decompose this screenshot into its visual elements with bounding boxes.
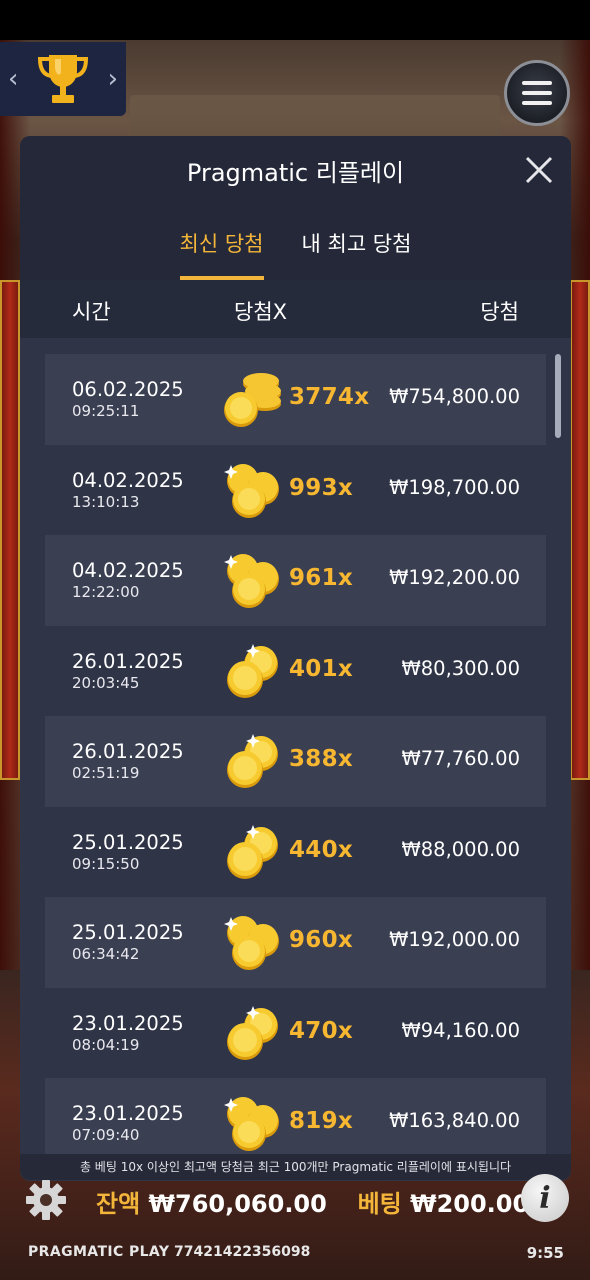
win-time: 06:34:42 [72, 945, 140, 963]
two-coins-icon [221, 1002, 285, 1064]
win-date: 26.01.2025 [72, 649, 184, 673]
footer-note: 총 베팅 10x 이상인 최고액 당첨금 최근 100개만 Pragmatic … [20, 1154, 571, 1180]
list-item[interactable]: 04.02.2025 12:22:00 961x ₩192,200.00 [45, 535, 546, 626]
win-date: 23.01.2025 [72, 1011, 184, 1035]
win-date: 23.01.2025 [72, 1102, 184, 1125]
column-header: 시간 당첨X 당첨 [20, 280, 571, 338]
chevron-left-icon[interactable]: ‹ [8, 66, 18, 92]
background-pillar-left [0, 280, 20, 780]
three-coins-icon [221, 549, 285, 611]
win-amount: ₩192,000.00 [389, 928, 520, 951]
win-time: 08:04:19 [72, 1035, 140, 1054]
win-time: 09:25:11 [72, 402, 140, 420]
tab-latest-wins[interactable]: 최신 당첨 [179, 228, 264, 280]
balance-label: 잔액 [96, 1190, 141, 1218]
win-amount: ₩198,700.00 [389, 475, 520, 499]
replay-modal: Pragmatic 리플레이 최신 당첨 내 최고 당첨 시간 당첨X 당첨 0… [20, 136, 571, 1181]
win-time: 09:15:50 [72, 854, 140, 873]
win-multiplier: 961x [289, 565, 354, 591]
win-time: 07:09:40 [72, 1126, 140, 1144]
round-id: 77421422356098 [174, 1244, 311, 1260]
win-date: 26.01.2025 [72, 740, 184, 763]
menu-line [522, 101, 552, 105]
menu-line [522, 81, 552, 85]
info-icon[interactable]: i [521, 1174, 569, 1222]
three-coins-icon [221, 911, 285, 973]
replay-toggle[interactable]: ‹ › [0, 42, 126, 116]
bet-value[interactable]: ₩200.00 [410, 1190, 529, 1218]
modal-header: Pragmatic 리플레이 [20, 136, 571, 204]
win-date: 04.02.2025 [72, 468, 184, 492]
win-amount: ₩192,200.00 [389, 566, 520, 589]
win-amount: ₩163,840.00 [389, 1109, 520, 1132]
win-multiplier: 3774x [289, 384, 370, 410]
list-item[interactable]: 06.02.2025 09:25:11 3774x ₩754,800.00 [45, 354, 546, 445]
list-item[interactable]: 04.02.2025 13:10:13 993x ₩198,700.00 [45, 445, 546, 536]
clock: 9:55 [526, 1244, 564, 1262]
win-date: 06.02.2025 [72, 378, 184, 401]
two-coins-icon [221, 730, 285, 792]
win-amount: ₩94,160.00 [401, 1018, 520, 1042]
win-list[interactable]: 06.02.2025 09:25:11 3774x ₩754,800.00 04.02.… [45, 354, 546, 1169]
win-time: 13:10:13 [72, 492, 140, 511]
balance-bar: 잔액 ₩760,060.00 베팅 ₩200.00 [96, 1184, 529, 1219]
two-coins-icon [221, 821, 285, 883]
chevron-right-icon[interactable]: › [108, 66, 118, 92]
list-item[interactable]: 23.01.2025 08:04:19 470x ₩94,160.00 [45, 988, 546, 1079]
win-multiplier: 819x [289, 1108, 354, 1134]
win-amount: ₩754,800.00 [389, 385, 520, 408]
scrollbar[interactable] [555, 354, 561, 438]
menu-line [522, 91, 552, 95]
list-item[interactable]: 25.01.2025 06:34:42 960x ₩192,000.00 [45, 897, 546, 988]
win-amount: ₩80,300.00 [401, 656, 520, 680]
win-multiplier: 470x [289, 1017, 354, 1044]
column-multiplier: 당첨X [234, 300, 288, 324]
win-date: 25.01.2025 [72, 830, 184, 854]
hamburger-menu-button[interactable] [504, 60, 570, 126]
win-date: 25.01.2025 [72, 921, 184, 944]
close-icon[interactable] [519, 150, 559, 190]
win-amount: ₩77,760.00 [401, 747, 520, 770]
win-time: 20:03:45 [72, 673, 140, 692]
win-date: 04.02.2025 [72, 559, 184, 582]
three-coins-icon [221, 459, 285, 521]
coin-stack-icon [221, 368, 285, 430]
bet-label: 베팅 [357, 1190, 402, 1218]
tab-bar: 최신 당첨 내 최고 당첨 [20, 204, 571, 280]
column-time: 시간 [72, 300, 111, 324]
win-time: 12:22:00 [72, 583, 140, 601]
two-coins-icon [221, 640, 285, 702]
balance-value: ₩760,060.00 [148, 1190, 327, 1218]
win-multiplier: 960x [289, 927, 354, 953]
win-multiplier: 993x [289, 474, 354, 501]
list-item[interactable]: 26.01.2025 20:03:45 401x ₩80,300.00 [45, 626, 546, 717]
modal-title: Pragmatic 리플레이 [186, 158, 405, 187]
win-time: 02:51:19 [72, 764, 140, 782]
win-multiplier: 401x [289, 655, 354, 682]
list-item[interactable]: 25.01.2025 09:15:50 440x ₩88,000.00 [45, 807, 546, 898]
settings-gear-icon[interactable] [22, 1178, 70, 1222]
brand-label: PRAGMATIC PLAY [28, 1244, 170, 1260]
column-win: 당첨 [480, 300, 519, 324]
win-multiplier: 440x [289, 836, 354, 863]
win-amount: ₩88,000.00 [401, 837, 520, 861]
trophy-icon[interactable] [35, 49, 91, 109]
tab-my-best-wins[interactable]: 내 최고 당첨 [302, 228, 412, 280]
three-coins-icon [221, 1092, 285, 1154]
win-multiplier: 388x [289, 746, 354, 772]
background-pillar-right [570, 280, 590, 780]
list-item[interactable]: 26.01.2025 02:51:19 388x ₩77,760.00 [45, 716, 546, 807]
